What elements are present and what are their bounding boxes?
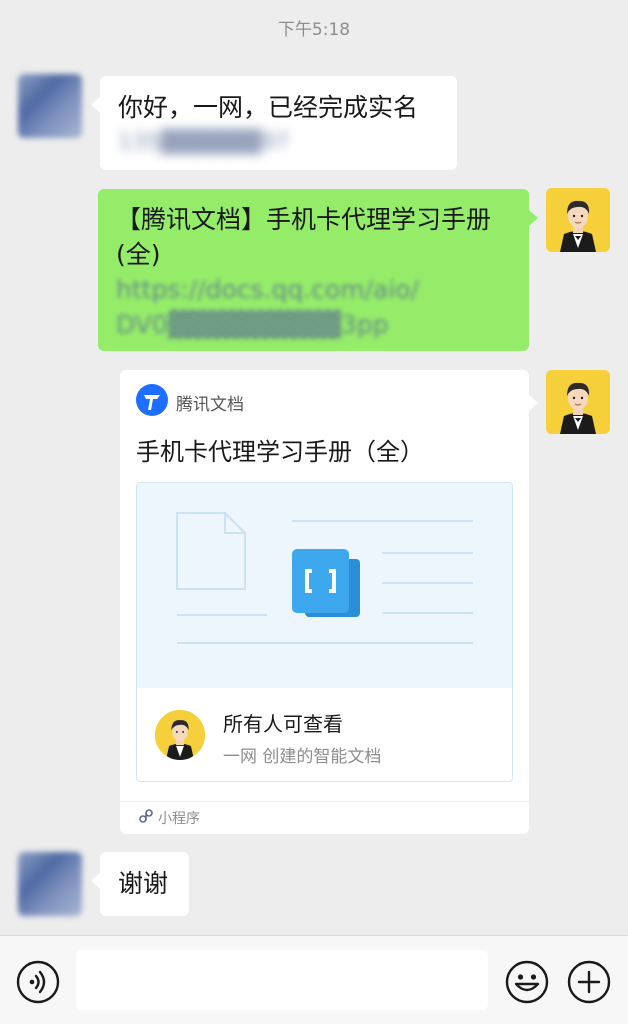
emoji-icon [505,960,549,1004]
card-source: 小程序 [138,808,200,828]
received-message-bubble[interactable]: 谢谢 [91,852,189,916]
emoji-button[interactable] [505,960,549,1004]
mini-program-card[interactable]: 腾讯文档 手机卡代理学习手册（全） 所有人可查看 一网 创建的智能文档 小程序 [120,370,538,834]
message-text: 你好，一网，已经完成实名 [118,93,419,122]
mini-program-icon [138,808,154,828]
owner-avatar [155,710,205,760]
card-divider [120,801,529,802]
voice-button[interactable] [16,960,60,1004]
my-avatar[interactable] [546,370,610,434]
tencent-docs-logo-icon [136,384,168,420]
timestamp: 下午5:18 [277,20,351,40]
phone-number[interactable]: 135▓▓▓▓▓▓97 [118,125,439,160]
card-title: 手机卡代理学习手册（全） [136,438,424,466]
doc-footer: 所有人可查看 一网 创建的智能文档 [137,688,512,781]
plus-icon [567,960,611,1004]
contact-avatar[interactable] [18,852,82,916]
sent-message-bubble[interactable]: 【腾讯文档】手机卡代理学习手册 (全) https://docs.qq.com/… [98,189,538,351]
doc-preview-box[interactable]: 所有人可查看 一网 创建的智能文档 [136,482,513,782]
more-button[interactable] [567,960,611,1004]
card-brand-name: 腾讯文档 [176,394,244,415]
doc-link[interactable]: DV0▓▓▓▓▓▓▓▓▓3pp [116,307,511,342]
creator-text: 一网 创建的智能文档 [223,747,382,767]
my-avatar[interactable] [546,188,610,252]
message-text: 【腾讯文档】手机卡代理学习手册 [116,205,492,234]
chat-input-bar [0,935,628,1024]
contact-avatar[interactable] [18,74,82,138]
message-input[interactable] [76,950,488,1010]
card-source-label: 小程序 [158,811,200,827]
message-text: 谢谢 [118,869,169,898]
message-text: (全) [116,240,161,269]
received-message-bubble[interactable]: 你好，一网，已经完成实名 135▓▓▓▓▓▓97 [91,76,457,170]
doc-thumbnail [137,483,512,688]
card-brand: 腾讯文档 [136,384,244,420]
voice-icon [16,960,60,1004]
doc-link[interactable]: https://docs.qq.com/aio/ [116,272,511,307]
permission-text: 所有人可查看 [223,712,343,736]
